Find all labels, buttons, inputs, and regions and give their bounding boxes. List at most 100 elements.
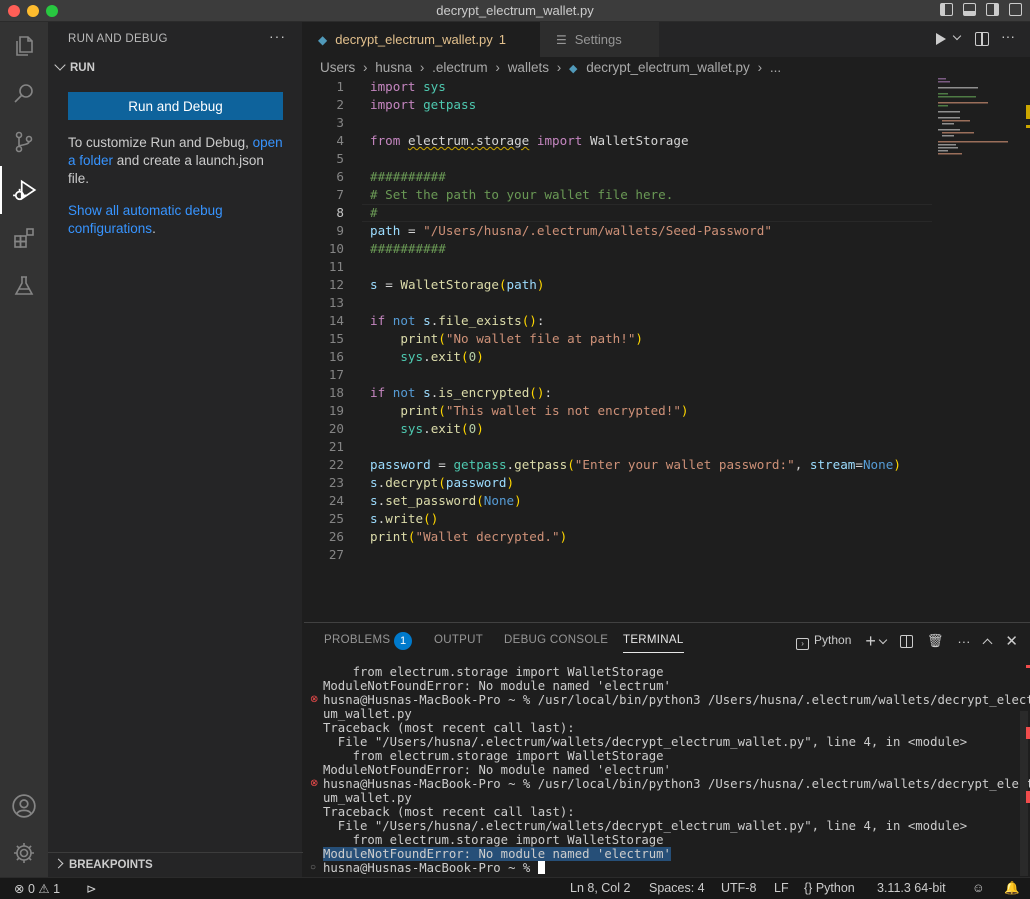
run-and-debug-sidebar: RUN AND DEBUG ··· RUN Run and Debug To c… [48, 22, 303, 877]
code-line: 18 if not s.is_encrypted(): [304, 384, 944, 402]
breakpoints-section-header[interactable]: BREAKPOINTS [48, 852, 303, 877]
trash-icon[interactable]: 🗑 [927, 633, 944, 649]
customize-layout-icon[interactable] [1009, 3, 1022, 16]
tab-problems[interactable]: PROBLEMS [324, 634, 390, 646]
tab-label: decrypt_electrum_wallet.py [335, 32, 493, 47]
extensions-icon[interactable] [0, 214, 48, 262]
problems-status[interactable]: ⊗ 0 ⚠ 1 [14, 881, 60, 896]
run-and-debug-button[interactable]: Run and Debug [68, 92, 283, 120]
code-line: 4 from electrum.storage import WalletStor… [304, 132, 944, 150]
line-number: 8 [336, 205, 344, 220]
minimap[interactable] [934, 78, 1024, 178]
run-section-header[interactable]: RUN [54, 59, 95, 74]
toggle-secondary-sidebar-icon[interactable] [986, 3, 999, 16]
terminal-line-selected: ModuleNotFoundError: No module named 'el… [323, 847, 671, 861]
more-actions-icon[interactable]: ··· [269, 28, 286, 44]
panel-more-actions-icon[interactable]: ··· [957, 634, 970, 649]
breadcrumb-users[interactable]: Users [320, 60, 355, 75]
scrollbar-warning-marker [1026, 125, 1030, 128]
terminal-profile[interactable]: › Python [796, 633, 851, 650]
run-and-debug-icon[interactable] [0, 166, 48, 214]
terminal-line: File "/Users/husna/.electrum/wallets/dec… [323, 735, 968, 749]
breadcrumb-separator-icon: › [757, 60, 763, 75]
manage-gear-icon[interactable] [0, 829, 48, 877]
show-all-configs: Show all automatic debug configurations. [68, 202, 283, 238]
terminal-line: ModuleNotFoundError: No module named 'el… [323, 763, 671, 777]
indentation[interactable]: Spaces: 4 [649, 881, 705, 895]
sidebar-title: RUN AND DEBUG [68, 33, 168, 45]
help-prefix: To customize Run and Debug, [68, 135, 253, 150]
toggle-panel-icon[interactable] [963, 3, 976, 16]
show-all-debug-configurations-link[interactable]: Show all automatic debug configurations [68, 203, 223, 236]
editor-more-actions-icon[interactable]: ··· [1001, 28, 1015, 44]
terminal-line: um_wallet.py [323, 791, 412, 805]
line-number: 6 [336, 169, 344, 184]
run-dropdown-chevron-icon[interactable] [952, 31, 962, 41]
line-number: 1 [336, 79, 344, 94]
maximize-panel-chevron-up-icon[interactable] [982, 638, 993, 648]
breadcrumb-wallets[interactable]: wallets [508, 60, 549, 75]
notifications-bell-icon[interactable]: 🔔 [1004, 881, 1020, 896]
code-line: 19 print("This wallet is not encrypted!"… [304, 402, 944, 420]
command-default-icon[interactable]: ○ [310, 861, 316, 875]
terminal-line: from electrum.storage import WalletStora… [323, 665, 664, 679]
run-section-label: RUN [70, 62, 95, 74]
breadcrumb-file[interactable]: decrypt_electrum_wallet.py [586, 60, 750, 75]
cursor-position[interactable]: Ln 8, Col 2 [570, 881, 630, 895]
new-terminal-plus-icon[interactable]: + [865, 632, 876, 650]
command-error-icon[interactable]: ⊗ [310, 693, 318, 707]
terminal-line: File "/Users/husna/.electrum/wallets/dec… [323, 819, 968, 833]
command-error-icon[interactable]: ⊗ [310, 777, 318, 791]
tab-output[interactable]: OUTPUT [434, 634, 483, 646]
line-number: 12 [328, 277, 344, 292]
line-number: 9 [336, 223, 344, 238]
testing-icon[interactable] [0, 262, 48, 310]
terminal-cursor [537, 861, 545, 874]
error-icon: ⊗ [14, 882, 25, 896]
braces-icon: {} [804, 881, 813, 895]
tab-terminal[interactable]: TERMINAL [623, 634, 684, 653]
end-of-line[interactable]: LF [774, 881, 789, 895]
close-panel-icon[interactable]: ✕ [1005, 632, 1018, 650]
python-file-icon: ◆ [568, 63, 578, 75]
code-line: 22 password = getpass.getpass("Enter your… [304, 456, 944, 474]
terminal-shell-name: Python [814, 632, 852, 647]
encoding[interactable]: UTF-8 [721, 881, 756, 895]
tab-settings[interactable]: ☰ Settings [540, 22, 660, 57]
tab-decrypt-electrum-wallet[interactable]: ◆ decrypt_electrum_wallet.py 1 [304, 22, 540, 57]
code-line: 2 import getpass [304, 96, 944, 114]
line-number: 27 [328, 547, 344, 562]
line-number: 4 [336, 133, 344, 148]
line-number: 24 [328, 493, 344, 508]
breadcrumb-husna[interactable]: husna [375, 60, 412, 75]
feedback-icon[interactable]: ☺ [972, 881, 985, 895]
code-line: 8 # [304, 204, 944, 222]
breakpoints-label: BREAKPOINTS [69, 859, 153, 871]
tab-debug-console[interactable]: DEBUG CONSOLE [504, 634, 608, 646]
terminal-dropdown-chevron-icon[interactable] [878, 635, 888, 644]
selected-text: ModuleNotFoundError: No module named 'el… [323, 847, 671, 861]
line-number: 11 [328, 259, 344, 274]
language-mode[interactable]: {} Python [804, 881, 855, 895]
debug-status-icon[interactable]: ⊳ [86, 881, 96, 896]
terminal-line: ModuleNotFoundError: No module named 'el… [323, 679, 671, 693]
scrollbar-error-marker [1026, 791, 1030, 803]
warning-count: 1 [53, 882, 61, 896]
run-python-file-icon[interactable] [936, 33, 946, 45]
breadcrumb-separator-icon: › [495, 60, 500, 75]
chevron-right-icon [53, 858, 64, 869]
toggle-primary-sidebar-icon[interactable] [940, 3, 953, 16]
accounts-icon[interactable] [0, 782, 48, 830]
breadcrumb-electrum[interactable]: .electrum [432, 60, 488, 75]
line-number: 5 [336, 151, 344, 166]
explorer-icon[interactable] [0, 22, 48, 70]
window-title: decrypt_electrum_wallet.py [436, 3, 594, 18]
python-interpreter[interactable]: 3.11.3 64-bit [877, 881, 946, 895]
terminal-line: husna@Husnas-MacBook-Pro ~ % /usr/local/… [323, 693, 1030, 707]
split-terminal-icon[interactable] [899, 634, 913, 648]
code-line: 9 path = "/Users/husna/.electrum/wallets/… [304, 222, 944, 240]
search-icon[interactable] [0, 70, 48, 118]
source-control-icon[interactable] [0, 118, 48, 166]
code-line: 11 [304, 258, 944, 276]
breadcrumb-symbols[interactable]: ... [770, 60, 781, 75]
